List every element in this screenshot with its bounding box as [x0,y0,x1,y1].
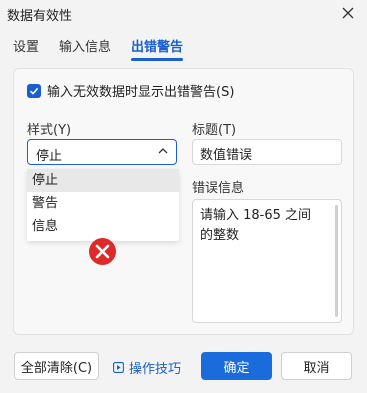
tips-label: 操作技巧 [129,362,182,377]
show-error-checkbox-label: 输入无效数据时显示出错警告(S) [47,85,235,100]
error-alert-panel: 输入无效数据时显示出错警告(S) 样式(Y) 停止 停止 警告 信息 标题(T)… [13,68,354,335]
title-label: 标题(T) [192,123,237,138]
error-message-label: 错误信息 [192,181,245,196]
tab-settings[interactable]: 设置 [13,36,39,61]
tab-error-alert[interactable]: 出错警告 [131,36,184,61]
style-option-warning[interactable]: 警告 [27,192,179,215]
data-validation-dialog: 数据有效性 设置 输入信息 出错警告 输入无效数据时显示出错警告(S) 样式(Y… [0,0,367,393]
error-message-textarea[interactable]: 请输入 18-65 之间 的整数 [192,199,342,323]
error-message-line-1: 请输入 18-65 之间 [200,208,312,223]
style-select-value: 停止 [36,149,63,164]
textarea-scrollbar[interactable] [335,205,338,317]
style-option-info[interactable]: 信息 [27,215,179,238]
style-option-stop[interactable]: 停止 [27,169,179,192]
checkmark-icon [29,87,39,95]
error-message-line-2: 的整数 [200,228,240,243]
show-error-checkbox[interactable] [27,83,41,98]
clear-all-button[interactable]: 全部清除(C) [14,352,99,380]
close-icon [342,7,354,19]
chevron-up-icon [158,148,168,154]
tab-bar: 设置 输入信息 出错警告 [13,36,203,61]
cancel-button[interactable]: 取消 [281,352,352,380]
tips-link[interactable]: 操作技巧 [113,358,181,377]
error-x-icon [89,238,116,265]
show-error-checkbox-row[interactable]: 输入无效数据时显示出错警告(S) [27,81,234,100]
style-dropdown-list: 停止 警告 信息 [27,169,179,241]
title-bar: 数据有效性 [0,0,367,28]
close-button[interactable] [337,2,359,24]
title-input[interactable]: 数值错误 [192,139,342,165]
play-video-icon [113,362,124,373]
dialog-title: 数据有效性 [7,9,73,24]
ok-button[interactable]: 确定 [201,352,272,380]
tab-input-message[interactable]: 输入信息 [59,36,111,61]
style-label: 样式(Y) [27,123,72,138]
style-select[interactable]: 停止 [27,139,177,165]
